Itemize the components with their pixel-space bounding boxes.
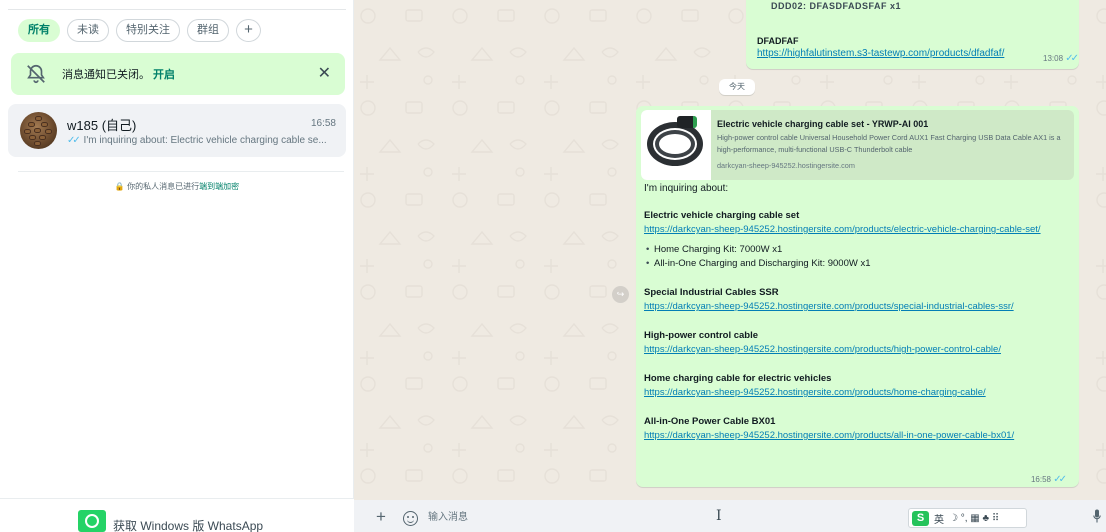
chat-time: 16:58 <box>310 118 336 129</box>
product-option: Home Charging Kit: 7000W x1 <box>644 243 1074 257</box>
message-time-text: 16:58 <box>1030 475 1051 484</box>
previous-message-time: 13:08 ✓✓ <box>1043 53 1079 64</box>
product-title: Home charging cable for electric vehicle… <box>644 373 832 384</box>
product-options: Home Charging Kit: 7000W x1 All-in-One C… <box>644 243 1074 271</box>
previous-message-bubble: DDD02: DFASDFADSFAF x1 DFADFAF https://h… <box>746 0 1079 69</box>
product-link[interactable]: https://darkcyan-sheep-945252.hostingers… <box>644 223 1074 237</box>
lock-icon: 🔒 <box>114 182 125 191</box>
message-text: I'm inquiring about: Electric vehicle ch… <box>644 182 1074 458</box>
product-link[interactable]: https://darkcyan-sheep-945252.hostingers… <box>644 386 1074 400</box>
message-time: 16:58 ✓✓ <box>1031 474 1067 485</box>
previous-product-title: DFADFAF <box>757 36 799 46</box>
whatsapp-logo-icon <box>78 510 106 532</box>
filter-unread[interactable]: 未读 <box>67 19 109 42</box>
ime-tools[interactable]: ☽ °, ▦ ♣ ⠿ <box>949 513 999 524</box>
filter-favorites[interactable]: 特别关注 <box>116 19 180 42</box>
message-input[interactable] <box>428 509 878 525</box>
product-link[interactable]: https://darkcyan-sheep-945252.hostingers… <box>644 429 1074 443</box>
close-notice-button[interactable]: ✕ <box>318 63 331 83</box>
product-link[interactable]: https://darkcyan-sheep-945252.hostingers… <box>644 300 1074 314</box>
encryption-link[interactable]: 端到端加密 <box>199 182 239 191</box>
chat-filter-bar: 所有 未读 特别关注 群组 + <box>18 19 261 42</box>
outgoing-message-bubble: Electric vehicle charging cable set - YR… <box>636 106 1079 487</box>
product-entry: All-in-One Power Cable BX01 https://dark… <box>644 415 1074 443</box>
encryption-text: 你的私人消息已进行 <box>127 182 200 191</box>
previous-time-text: 13:08 <box>1043 54 1064 63</box>
date-divider: 今天 <box>719 79 755 95</box>
notice-text: 消息通知已关闭。 开启 <box>62 66 175 82</box>
product-entry: Home charging cable for electric vehicle… <box>644 372 1074 400</box>
read-ticks-icon: ✓✓ <box>1065 53 1079 64</box>
encryption-notice: 🔒 你的私人消息已进行端到端加密 <box>0 181 354 192</box>
list-divider <box>18 171 344 172</box>
product-entry: Special Industrial Cables SSR https://da… <box>644 286 1074 314</box>
product-thumbnail <box>641 110 711 180</box>
notice-message: 消息通知已关闭。 <box>62 69 150 81</box>
forward-icon[interactable]: ↪ <box>612 286 629 303</box>
add-filter-button[interactable]: + <box>236 19 261 42</box>
preview-description: High-power control cable Universal House… <box>717 133 1061 154</box>
ime-language[interactable]: 英 <box>934 511 944 526</box>
chat-list-sidebar: 所有 未读 特别关注 群组 + 消息通知已关闭。 开启 ✕ w185 (自己) 1… <box>0 0 354 532</box>
product-entry: Electric vehicle charging cable set http… <box>644 209 1074 271</box>
message-intro: I'm inquiring about: <box>644 183 729 194</box>
sidebar-top-divider <box>8 9 346 10</box>
bell-off-icon <box>27 64 45 84</box>
get-windows-app-link[interactable]: 获取 Windows 版 WhatsApp <box>113 517 263 532</box>
notifications-off-banner: 消息通知已关闭。 开启 ✕ <box>11 53 345 95</box>
chat-preview-text: I'm inquiring about: Electric vehicle ch… <box>83 135 327 146</box>
read-ticks-icon: ✓✓ <box>67 135 81 146</box>
preview-domain: darkcyan-sheep-945252.hostingersite.com <box>717 161 855 170</box>
previous-product-link[interactable]: https://highfalutinstem.s3-tastewp.com/p… <box>757 48 1004 59</box>
product-title: High-power control cable <box>644 330 759 341</box>
previous-message-line: DDD02: DFASDFADSFAF x1 <box>771 1 902 11</box>
filter-groups[interactable]: 群组 <box>187 19 229 42</box>
sogou-logo-icon: S <box>912 510 929 526</box>
product-title: Electric vehicle charging cable set <box>644 210 800 221</box>
get-windows-app-bar[interactable]: 获取 Windows 版 WhatsApp <box>0 498 354 532</box>
product-title: Special Industrial Cables SSR <box>644 287 779 298</box>
product-title: All-in-One Power Cable BX01 <box>644 416 776 427</box>
product-link[interactable]: https://darkcyan-sheep-945252.hostingers… <box>644 343 1074 357</box>
ime-toolbar[interactable]: S 英 ☽ °, ▦ ♣ ⠿ <box>908 508 1027 528</box>
sticker-emoji-icon[interactable] <box>403 511 418 526</box>
preview-title: Electric vehicle charging cable set - YR… <box>717 119 929 129</box>
enable-notifications-link[interactable]: 开启 <box>153 69 175 81</box>
filter-all[interactable]: 所有 <box>18 19 60 42</box>
product-option: All-in-One Charging and Discharging Kit:… <box>644 257 1074 271</box>
text-cursor-icon: I <box>716 508 722 524</box>
product-entry: High-power control cable https://darkcya… <box>644 329 1074 357</box>
chat-list-item[interactable]: w185 (自己) 16:58 ✓✓ I'm inquiring about: … <box>8 104 346 157</box>
microphone-icon[interactable] <box>1093 509 1101 523</box>
read-ticks-icon: ✓✓ <box>1053 474 1067 485</box>
link-preview-card[interactable]: Electric vehicle charging cable set - YR… <box>641 110 1074 180</box>
message-composer: + I S 英 ☽ °, ▦ ♣ ⠿ <box>354 500 1106 532</box>
avatar <box>20 112 57 149</box>
conversation-panel: DDD02: DFASDFADSFAF x1 DFADFAF https://h… <box>354 0 1106 532</box>
chat-name: w185 (自己) <box>67 118 137 133</box>
chat-last-message: ✓✓ I'm inquiring about: Electric vehicle… <box>67 135 339 146</box>
attach-button[interactable]: + <box>376 508 386 525</box>
